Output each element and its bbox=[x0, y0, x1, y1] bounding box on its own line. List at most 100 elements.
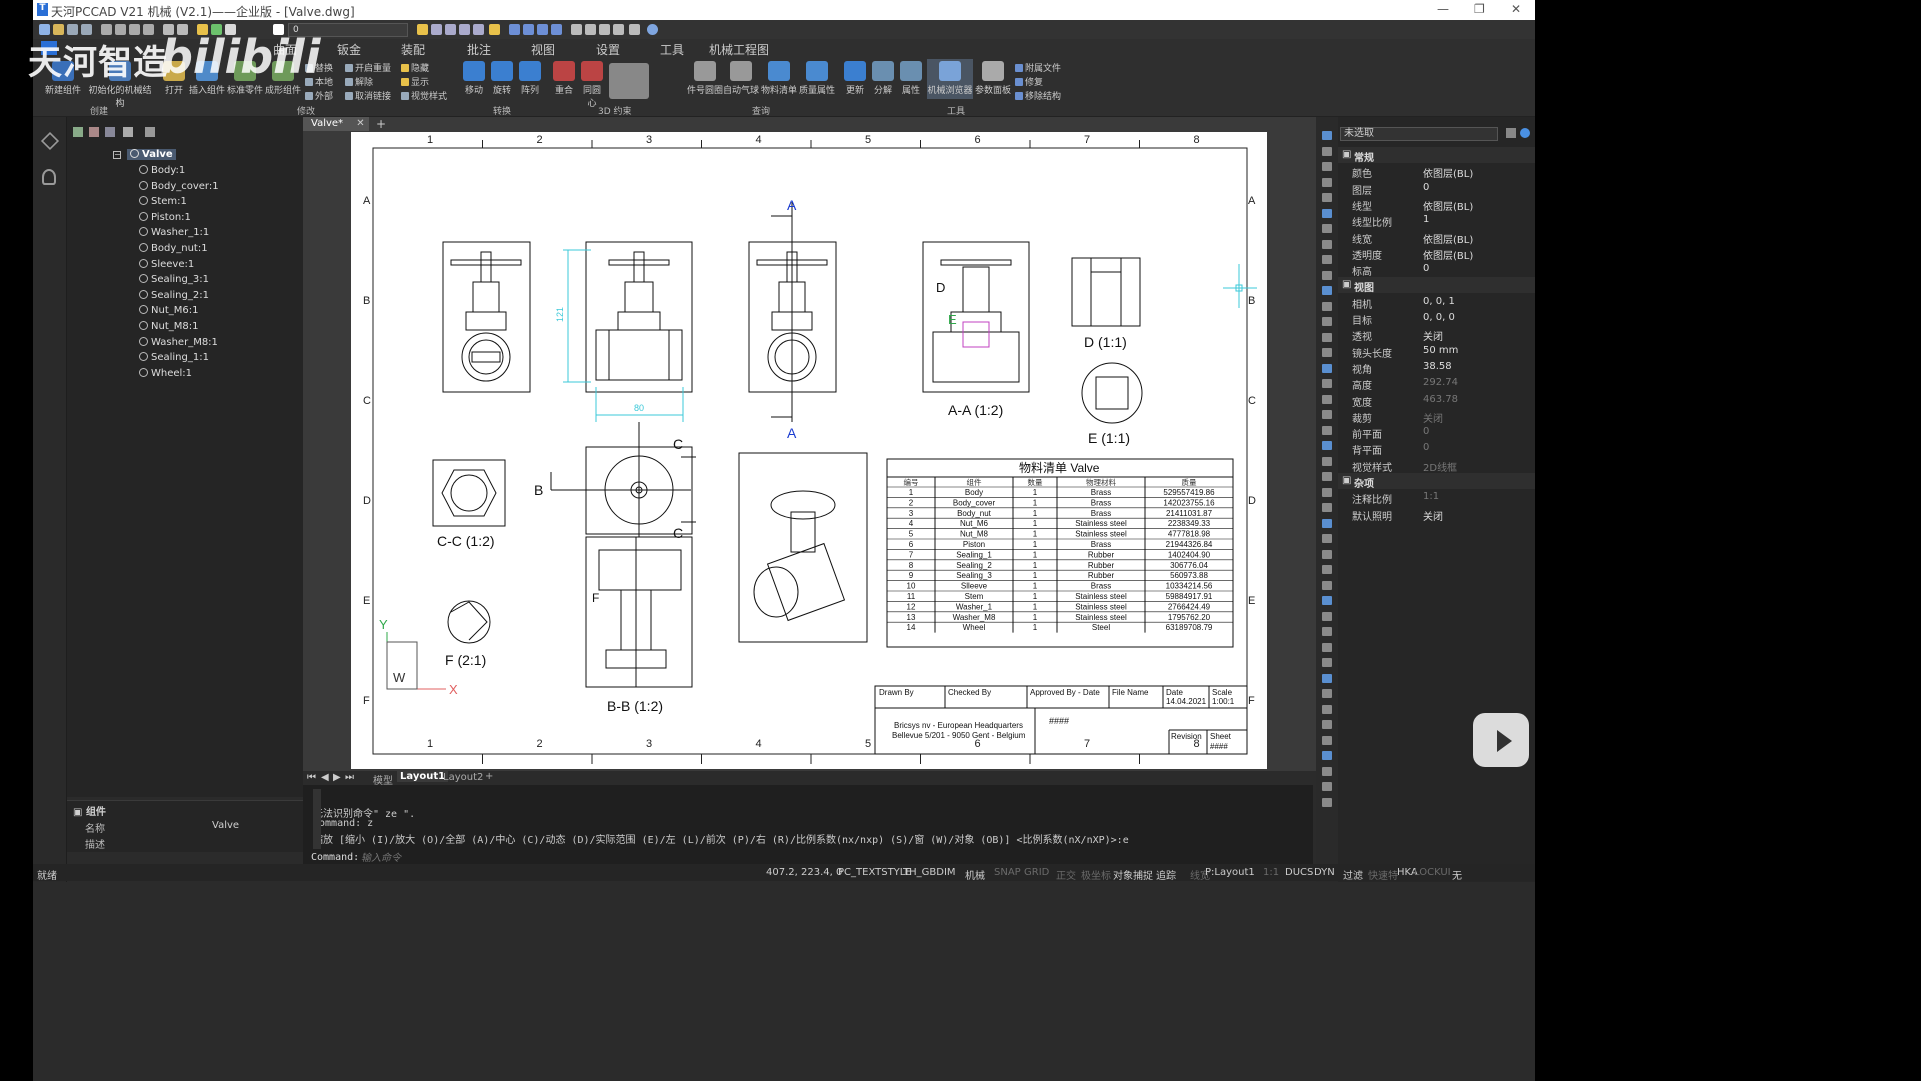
tree-item[interactable]: Nut_M8:1 bbox=[139, 321, 198, 332]
tool-icon[interactable] bbox=[1322, 596, 1332, 605]
tool-icon[interactable] bbox=[1322, 363, 1332, 373]
property-section-header[interactable]: ▣ 常规 bbox=[1338, 147, 1535, 164]
tab-assembly[interactable]: 装配 bbox=[401, 41, 425, 58]
tool-icon[interactable] bbox=[1322, 487, 1332, 497]
tool-icon[interactable] bbox=[1322, 534, 1332, 543]
tool-icon[interactable] bbox=[1322, 255, 1332, 264]
external-button[interactable]: 外部 bbox=[305, 89, 333, 102]
tool-icon[interactable] bbox=[1322, 658, 1332, 667]
concentric-button[interactable]: 同圆心 bbox=[579, 61, 605, 109]
tool-icon[interactable] bbox=[1322, 239, 1332, 249]
calculator-icon[interactable] bbox=[613, 24, 624, 35]
property-row[interactable]: 镜头长度 50 mm bbox=[1338, 343, 1535, 360]
tree-item[interactable]: Body:1 bbox=[139, 165, 185, 176]
tool-icon[interactable] bbox=[1322, 379, 1332, 388]
property-row[interactable]: 宽度 463.78 bbox=[1338, 392, 1535, 409]
tool-icon[interactable] bbox=[1322, 410, 1332, 419]
mechanical-browser-button[interactable]: 机械浏览器 bbox=[927, 59, 973, 99]
tree-root[interactable]: Valve bbox=[127, 149, 176, 160]
drawing-area[interactable]: Valve* ✕ + 1122334455667788AABBCCDDEEFF bbox=[303, 117, 1316, 771]
plot-preview-icon[interactable] bbox=[115, 24, 126, 35]
rotate-button[interactable]: 旋转 bbox=[489, 61, 515, 96]
status-toggle[interactable]: 1:1 bbox=[1263, 867, 1279, 878]
tab-settings[interactable]: 设置 bbox=[596, 41, 620, 58]
status-toggle[interactable]: DYN bbox=[1314, 867, 1335, 878]
property-row[interactable]: 相机 0, 0, 1 bbox=[1338, 294, 1535, 311]
property-row[interactable]: 线型比例 1 bbox=[1338, 212, 1535, 229]
library-icon[interactable] bbox=[42, 169, 56, 185]
tool-icon[interactable] bbox=[1322, 797, 1332, 807]
show-button[interactable]: 显示 bbox=[401, 75, 429, 88]
property-row[interactable]: 裁剪 关闭 bbox=[1338, 408, 1535, 425]
tree-structure-icon[interactable] bbox=[145, 127, 155, 137]
filter-icon[interactable] bbox=[1506, 128, 1516, 138]
status-toggle[interactable]: 快速特 bbox=[1368, 867, 1398, 882]
property-row[interactable]: 高度 292.74 bbox=[1338, 375, 1535, 392]
tab-layout2[interactable]: Layout2 bbox=[443, 772, 483, 783]
view-front-icon[interactable] bbox=[523, 24, 534, 35]
move-button[interactable]: 移动 bbox=[461, 61, 487, 96]
property-row[interactable]: 透明度 依图层(BL) bbox=[1338, 245, 1535, 262]
parameter-panel-button[interactable]: 参数面板 bbox=[975, 61, 1011, 96]
collapse-toggle[interactable]: − bbox=[113, 151, 121, 159]
next-layout-icon[interactable]: ▶ bbox=[333, 772, 341, 783]
layer-off-icon[interactable] bbox=[473, 24, 484, 35]
name-value[interactable]: Valve bbox=[212, 820, 239, 831]
status-toggle[interactable]: GRID bbox=[1024, 867, 1049, 878]
tool-icon[interactable] bbox=[1322, 224, 1332, 233]
new-tab-icon[interactable]: + bbox=[376, 117, 386, 131]
add-layout-icon[interactable]: + bbox=[485, 771, 493, 782]
tree-item[interactable]: Nut_M6:1 bbox=[139, 305, 198, 316]
tree-sort-icon[interactable] bbox=[89, 127, 99, 137]
tool-icon[interactable] bbox=[1322, 472, 1332, 481]
open-file-icon[interactable] bbox=[53, 24, 64, 35]
tree-item[interactable]: Washer_M8:1 bbox=[139, 336, 218, 348]
publish-icon[interactable] bbox=[129, 24, 140, 35]
tool-icon[interactable] bbox=[1322, 301, 1332, 311]
tree-settings-icon[interactable] bbox=[123, 127, 133, 137]
tree-item[interactable]: Washer_1:1 bbox=[139, 227, 209, 238]
status-toggle[interactable]: DUCS bbox=[1285, 867, 1313, 878]
tab-view[interactable]: 视图 bbox=[531, 41, 555, 58]
constraint-group[interactable] bbox=[607, 63, 651, 101]
status-toggle[interactable]: TH_GBDIM bbox=[903, 867, 956, 878]
tool-icon[interactable] bbox=[1322, 425, 1332, 435]
tree-item[interactable]: Body_nut:1 bbox=[139, 243, 208, 254]
property-section-header[interactable]: ▣ 视图 bbox=[1338, 277, 1535, 294]
match-properties-icon[interactable] bbox=[585, 24, 596, 35]
tool-icon[interactable] bbox=[1322, 735, 1332, 745]
tool-icon[interactable] bbox=[1322, 162, 1332, 171]
property-row[interactable]: 目标 0, 0, 0 bbox=[1338, 310, 1535, 327]
tool-icon[interactable] bbox=[1322, 782, 1332, 791]
first-layout-icon[interactable]: ⏮ bbox=[307, 772, 316, 783]
property-section-header[interactable]: ▣ 杂项 bbox=[1338, 473, 1535, 490]
status-toggle[interactable]: 正交 bbox=[1056, 867, 1076, 882]
tool-icon[interactable] bbox=[1322, 673, 1332, 683]
tool-icon[interactable] bbox=[1322, 720, 1332, 729]
properties-icon[interactable] bbox=[571, 24, 582, 35]
update-button[interactable]: 更新 bbox=[843, 61, 867, 96]
property-row[interactable]: 背平面 0 bbox=[1338, 440, 1535, 457]
close-icon[interactable]: ✕ bbox=[1511, 2, 1521, 16]
tool-icon[interactable] bbox=[1322, 565, 1332, 574]
command-scrollbar[interactable] bbox=[313, 789, 321, 849]
tool-icon[interactable] bbox=[1322, 317, 1332, 326]
balloon-button[interactable]: 件号圆圈 bbox=[687, 61, 723, 96]
tab-layout1[interactable]: Layout1 bbox=[397, 771, 449, 782]
tool-icon[interactable] bbox=[1322, 627, 1332, 636]
tab-mechanical-drawing[interactable]: 机械工程图 bbox=[709, 41, 769, 58]
property-row[interactable]: 透视 关闭 bbox=[1338, 326, 1535, 343]
selection-select[interactable]: 未选取 bbox=[1340, 127, 1498, 141]
match-layer-icon[interactable] bbox=[431, 24, 442, 35]
tool-icon[interactable] bbox=[1322, 193, 1332, 202]
play-video-button[interactable] bbox=[1473, 713, 1529, 767]
tool-icon[interactable] bbox=[1322, 549, 1332, 559]
array-button[interactable]: 阵列 bbox=[517, 61, 543, 96]
help-icon[interactable] bbox=[647, 24, 658, 35]
status-toggle[interactable]: PC_TEXTSTYLE bbox=[838, 867, 912, 878]
tree-item[interactable]: Wheel:1 bbox=[139, 367, 192, 379]
tool-icon[interactable] bbox=[1322, 642, 1332, 652]
tool-icon[interactable] bbox=[1322, 766, 1332, 776]
tool-icon[interactable] bbox=[1322, 177, 1332, 187]
layer-freeze-icon[interactable] bbox=[489, 24, 500, 35]
